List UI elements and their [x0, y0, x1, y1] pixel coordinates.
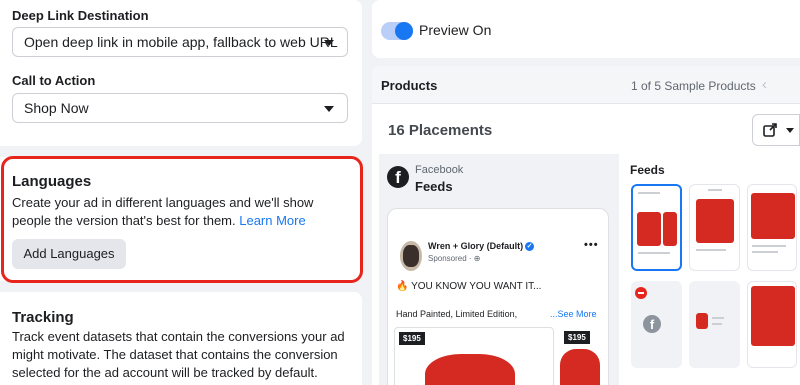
thumbnail-feed-4[interactable]	[689, 281, 740, 368]
tracking-card: Tracking Track event datasets that conta…	[0, 292, 362, 385]
thumbnail-feed-1[interactable]	[631, 184, 682, 271]
avatar	[400, 241, 422, 271]
post-headline: 🔥 YOU KNOW YOU WANT IT...	[396, 281, 542, 292]
languages-card: Languages Create your ad in different la…	[0, 157, 362, 281]
product-image	[560, 349, 600, 385]
facebook-icon: f	[643, 315, 661, 333]
verified-badge-icon: ✓	[525, 242, 535, 252]
placement-label: Feeds	[415, 179, 453, 194]
placements-count: 16 Placements	[388, 122, 493, 139]
sponsored-label: Sponsored · ⊕	[428, 254, 481, 263]
caret-down-icon	[786, 128, 794, 133]
product-image	[751, 193, 795, 239]
cta-value: Shop Now	[24, 100, 89, 116]
fire-emoji-icon: 🔥	[396, 281, 409, 292]
share-preview-button[interactable]	[752, 114, 800, 146]
deep-link-label: Deep Link Destination	[12, 8, 149, 23]
product-image	[663, 212, 677, 246]
no-entry-icon	[635, 287, 647, 299]
product-image	[425, 354, 515, 385]
thumbnail-feed-3[interactable]	[747, 184, 797, 271]
preview-toggle[interactable]	[381, 22, 413, 40]
feeds-title: Feeds	[630, 163, 665, 177]
carousel-card[interactable]: $195	[394, 327, 554, 385]
cta-select[interactable]: Shop Now	[12, 93, 348, 123]
tracking-description: Track event datasets that contain the co…	[12, 329, 345, 380]
toggle-knob	[395, 22, 413, 40]
caret-down-icon	[324, 40, 334, 46]
languages-title: Languages	[12, 173, 92, 190]
languages-description: Create your ad in different languages an…	[12, 195, 314, 228]
learn-more-link[interactable]: Learn More	[239, 213, 305, 228]
facebook-icon: f	[387, 166, 409, 188]
page-name: Wren + Glory (Default) ✓	[428, 241, 535, 252]
more-dots-icon[interactable]: •••	[584, 239, 599, 251]
products-panel: Products 1 of 5 Sample Products ‹ 16 Pla…	[372, 66, 800, 385]
deep-link-select[interactable]: Open deep link in mobile app, fallback t…	[12, 27, 348, 57]
external-share-icon	[763, 123, 777, 137]
product-image	[637, 212, 661, 246]
facebook-feed-preview: f Facebook Feeds Wren + Glory (Default) ✓…	[379, 154, 619, 385]
caret-down-icon	[324, 106, 334, 112]
thumbnail-feed-2[interactable]	[689, 184, 740, 271]
ad-settings-column: Deep Link Destination Open deep link in …	[0, 0, 364, 385]
products-header: Products 1 of 5 Sample Products ‹	[372, 66, 800, 104]
product-image	[696, 199, 734, 243]
product-image	[751, 286, 795, 346]
sample-product-count: 1 of 5 Sample Products	[631, 79, 756, 93]
cta-label: Call to Action	[12, 73, 96, 88]
preview-label: Preview On	[419, 22, 492, 38]
price-tag: $195	[564, 331, 590, 344]
ad-post-card: Wren + Glory (Default) ✓ Sponsored · ⊕ ••…	[387, 208, 609, 385]
add-languages-button[interactable]: Add Languages	[12, 239, 126, 269]
feeds-thumbnails: Feeds f	[619, 154, 800, 385]
post-body: Hand Painted, Limited Edition,	[396, 309, 518, 319]
product-image	[696, 313, 708, 329]
tracking-title: Tracking	[12, 309, 74, 326]
ad-preview-column: Preview On Products 1 of 5 Sample Produc…	[372, 0, 800, 385]
see-more-link[interactable]: ...See More	[550, 309, 597, 319]
destination-card: Deep Link Destination Open deep link in …	[0, 0, 362, 146]
preview-bar: Preview On	[372, 0, 800, 58]
thumbnail-unavailable[interactable]: f	[631, 281, 682, 368]
price-tag: $195	[399, 332, 425, 345]
thumbnail-feed-5[interactable]	[747, 281, 797, 368]
deep-link-value: Open deep link in mobile app, fallback t…	[24, 34, 338, 50]
platform-label: Facebook	[415, 164, 464, 176]
chevron-left-icon[interactable]: ‹	[762, 76, 767, 93]
products-title: Products	[381, 78, 438, 93]
